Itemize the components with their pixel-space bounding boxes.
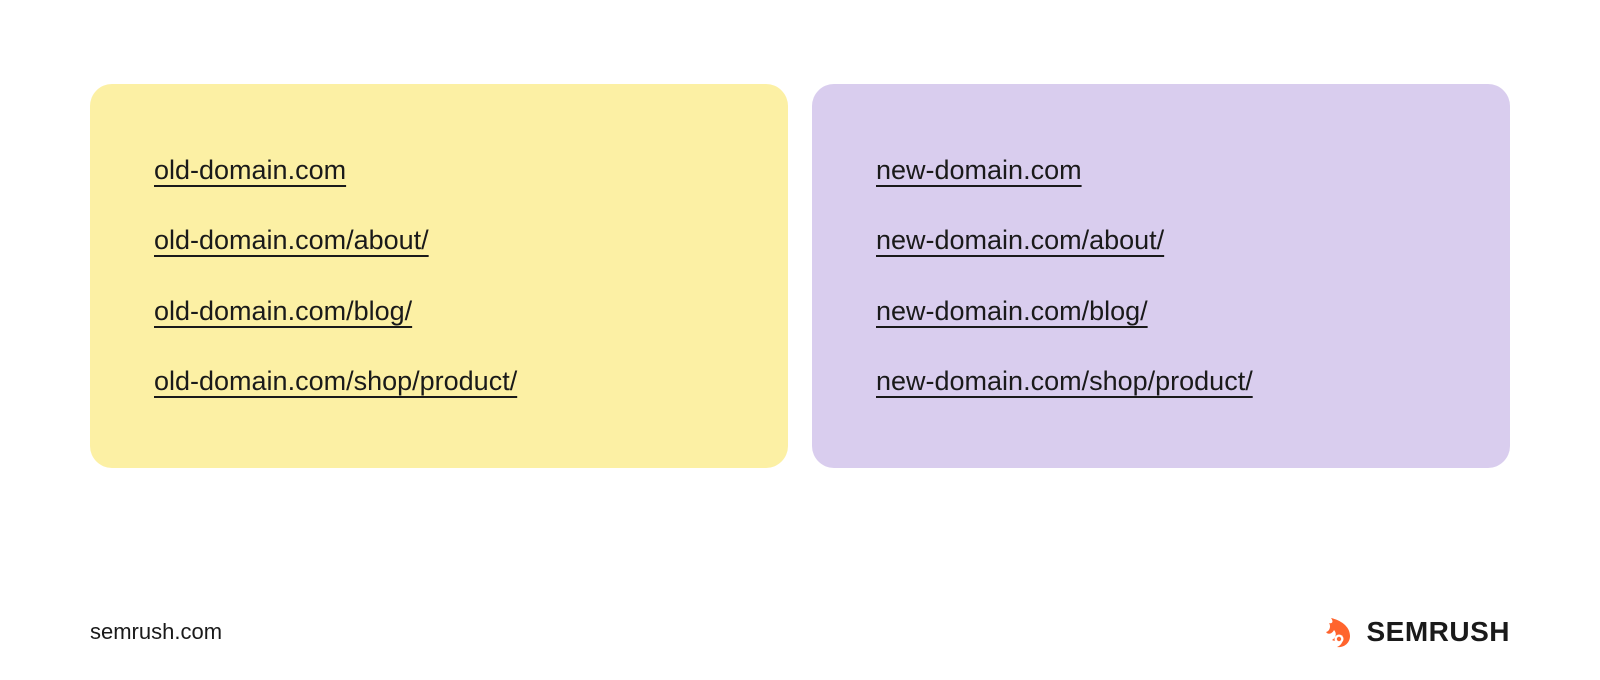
semrush-logo: SEMRUSH: [1322, 614, 1510, 650]
url-item: old-domain.com: [154, 154, 346, 186]
new-domain-panel: new-domain.com new-domain.com/about/ new…: [812, 84, 1510, 468]
url-item: new-domain.com/shop/product/: [876, 365, 1253, 397]
url-item: new-domain.com: [876, 154, 1082, 186]
footer-site-text: semrush.com: [90, 619, 222, 645]
old-domain-panel: old-domain.com old-domain.com/about/ old…: [90, 84, 788, 468]
semrush-flame-icon: [1322, 614, 1358, 650]
url-item: new-domain.com/about/: [876, 224, 1164, 256]
panels-container: old-domain.com old-domain.com/about/ old…: [0, 0, 1600, 468]
url-item: old-domain.com/about/: [154, 224, 429, 256]
url-item: new-domain.com/blog/: [876, 295, 1148, 327]
semrush-logo-text: SEMRUSH: [1366, 616, 1510, 648]
url-item: old-domain.com/shop/product/: [154, 365, 517, 397]
footer: semrush.com SEMRUSH: [0, 614, 1600, 650]
url-item: old-domain.com/blog/: [154, 295, 412, 327]
